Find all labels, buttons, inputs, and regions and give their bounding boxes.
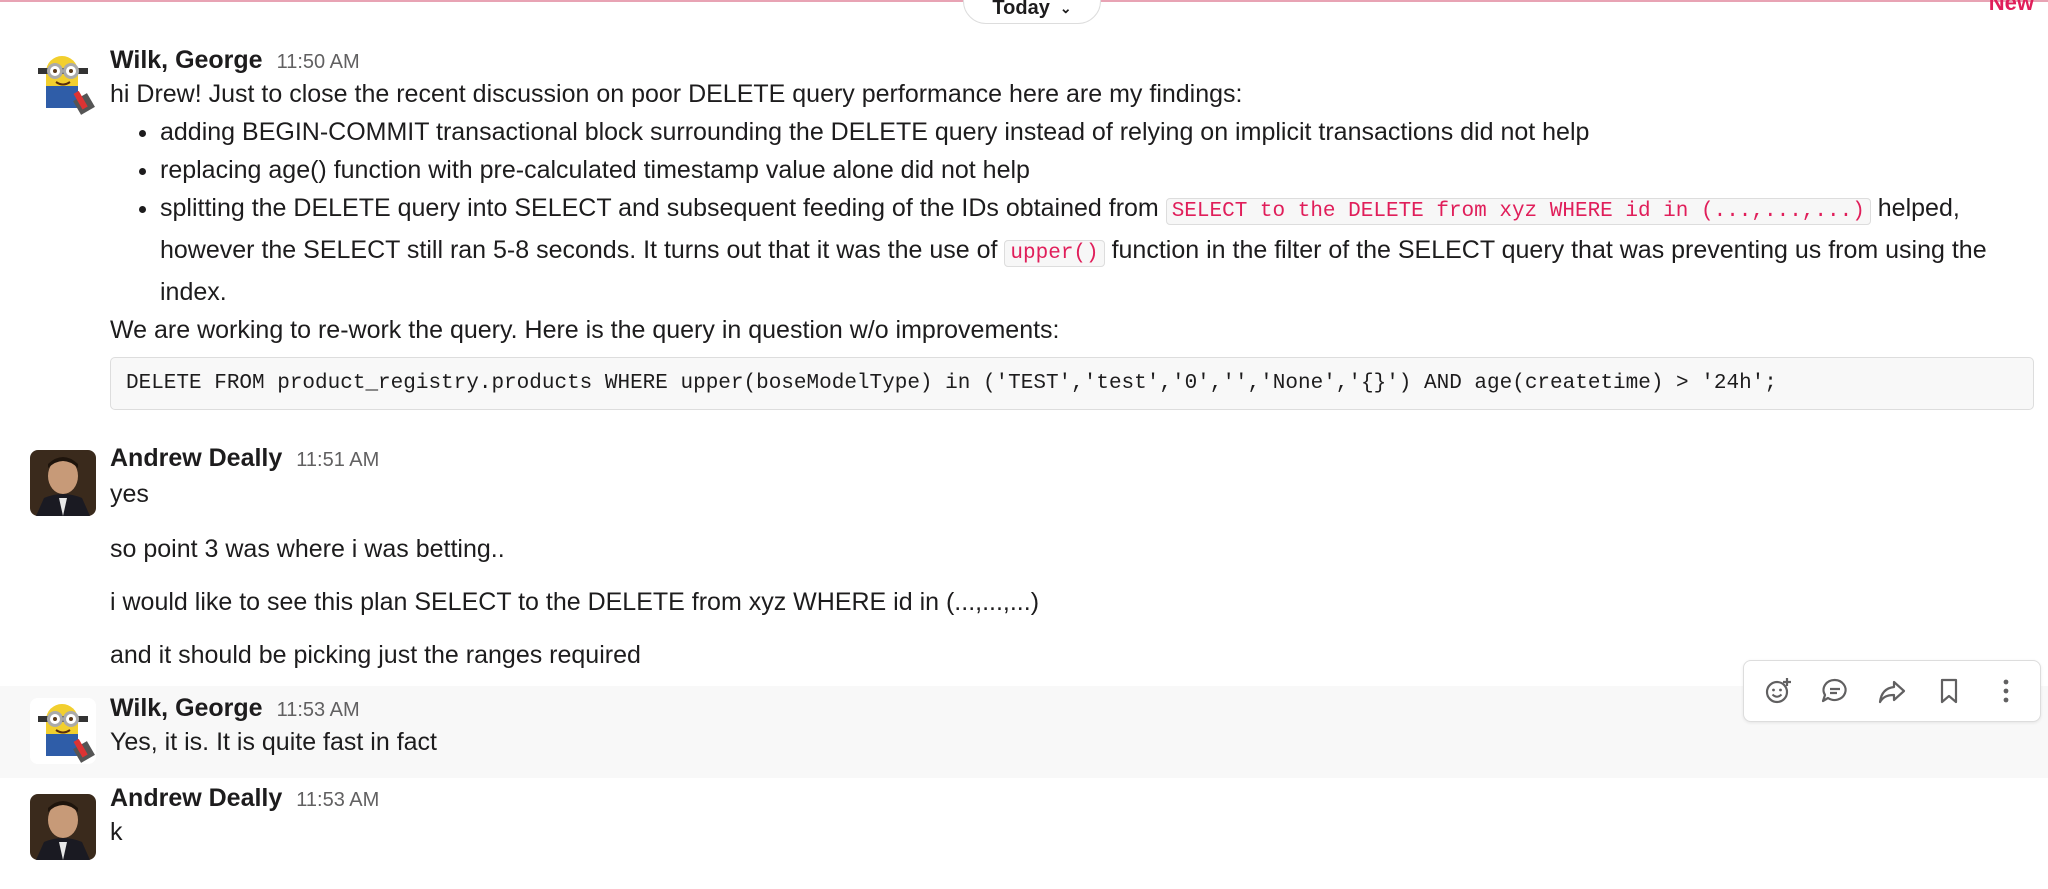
avatar[interactable]	[30, 698, 96, 764]
chevron-down-icon: ⌄	[1059, 0, 1072, 16]
list-item: adding BEGIN-COMMIT transactional block …	[160, 113, 2036, 151]
sender-name[interactable]: Wilk, George	[110, 46, 263, 75]
message-3[interactable]: Wilk, George 11:53 AM Yes, it is. It is …	[0, 686, 2048, 778]
message-actions-toolbar	[1743, 660, 2041, 722]
message-timestamp[interactable]: 11:50 AM	[277, 51, 360, 74]
add-reaction-icon[interactable]	[1756, 669, 1800, 713]
day-label: Today	[992, 0, 1050, 19]
save-bookmark-icon[interactable]	[1927, 669, 1971, 713]
findings-list: adding BEGIN-COMMIT transactional block …	[110, 113, 2036, 311]
sender-name[interactable]: Andrew Deally	[110, 444, 282, 473]
message-timestamp[interactable]: 11:51 AM	[296, 449, 379, 472]
new-label: New	[1988, 0, 2034, 15]
code-block: DELETE FROM product_registry.products WH…	[110, 357, 2034, 410]
minion-avatar-icon	[30, 698, 96, 764]
avatar[interactable]	[30, 450, 96, 516]
message-text: i would like to see this plan SELECT to …	[110, 588, 1040, 616]
avatar[interactable]	[30, 50, 96, 116]
list-item: splitting the DELETE query into SELECT a…	[160, 189, 2036, 311]
minion-avatar-icon	[30, 50, 96, 116]
list-item: replacing age() function with pre-calcul…	[160, 151, 2036, 189]
message-text: so point 3 was where i was betting..	[110, 535, 505, 563]
inline-code: upper()	[1004, 240, 1105, 267]
message-text: hi Drew! Just to close the recent discus…	[110, 80, 1243, 108]
message-timestamp[interactable]: 11:53 AM	[296, 789, 379, 812]
share-message-icon[interactable]	[1870, 669, 1914, 713]
message-text: k	[110, 818, 123, 846]
profile-photo-icon	[30, 794, 96, 860]
sender-name[interactable]: Wilk, George	[110, 694, 263, 723]
message-text: We are working to re-work the query. Her…	[110, 316, 1060, 344]
message-timestamp[interactable]: 11:53 AM	[277, 699, 360, 722]
avatar[interactable]	[30, 794, 96, 860]
sender-name[interactable]: Andrew Deally	[110, 784, 282, 813]
message-2: Andrew Deally 11:51 AM yes so point 3 wa…	[0, 436, 2048, 680]
reply-in-thread-icon[interactable]	[1813, 669, 1857, 713]
more-actions-icon[interactable]	[1984, 669, 2028, 713]
message-text: yes	[110, 480, 149, 508]
list-item-text: splitting the DELETE query into SELECT a…	[160, 194, 1166, 222]
day-divider-button[interactable]: Today ⌄	[963, 0, 1101, 24]
profile-photo-icon	[30, 450, 96, 516]
inline-code: SELECT to the DELETE from xyz WHERE id i…	[1165, 198, 1871, 225]
message-4: Andrew Deally 11:53 AM k	[0, 778, 2048, 878]
message-text: Yes, it is. It is quite fast in fact	[110, 728, 438, 756]
message-1: Wilk, George 11:50 AM hi Drew! Just to c…	[0, 40, 2048, 430]
